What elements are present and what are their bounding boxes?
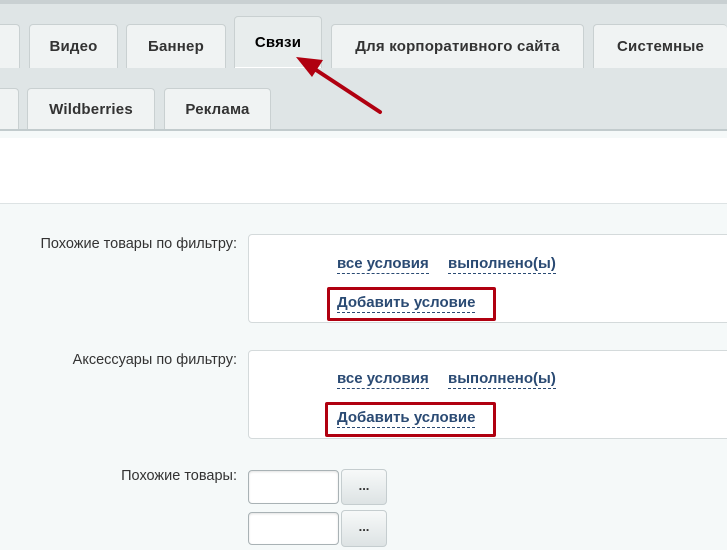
- all-conditions-link[interactable]: все условия: [337, 370, 429, 389]
- similar-by-filter-label: Похожие товары по фильтру:: [40, 236, 237, 252]
- tab-wildberries[interactable]: Wildberries: [27, 88, 155, 129]
- tab-bar-border: [0, 0, 727, 4]
- tab-hidden-left-2[interactable]: [0, 88, 19, 129]
- browse-button[interactable]: ...: [341, 469, 387, 505]
- tab-bar-row-1: Видео Баннер Связи Для корпоративного са…: [0, 0, 727, 68]
- tab-banner[interactable]: Баннер: [126, 24, 226, 68]
- tab-corporate-site[interactable]: Для корпоративного сайта: [331, 24, 584, 68]
- section-header-area: [0, 138, 727, 204]
- add-condition-highlight: [325, 402, 496, 437]
- tab-bar-row-2: Wildberries Реклама: [0, 68, 727, 131]
- add-condition-highlight: [327, 287, 496, 321]
- similar-product-id-input[interactable]: [248, 512, 339, 545]
- tab-relations[interactable]: Связи: [234, 16, 322, 68]
- accessories-by-filter-label: Аксессуары по фильтру:: [72, 352, 237, 368]
- tab-hidden-left[interactable]: [0, 24, 20, 68]
- similar-product-id-input[interactable]: [248, 470, 339, 504]
- tab-system[interactable]: Системные: [593, 24, 727, 68]
- similar-products-label: Похожие товары:: [121, 468, 237, 484]
- fulfilled-link[interactable]: выполнено(ы): [448, 255, 556, 274]
- all-conditions-link[interactable]: все условия: [337, 255, 429, 274]
- tab-video[interactable]: Видео: [29, 24, 118, 68]
- browse-button[interactable]: ...: [341, 510, 387, 547]
- fulfilled-link[interactable]: выполнено(ы): [448, 370, 556, 389]
- tab-advertising[interactable]: Реклама: [164, 88, 271, 129]
